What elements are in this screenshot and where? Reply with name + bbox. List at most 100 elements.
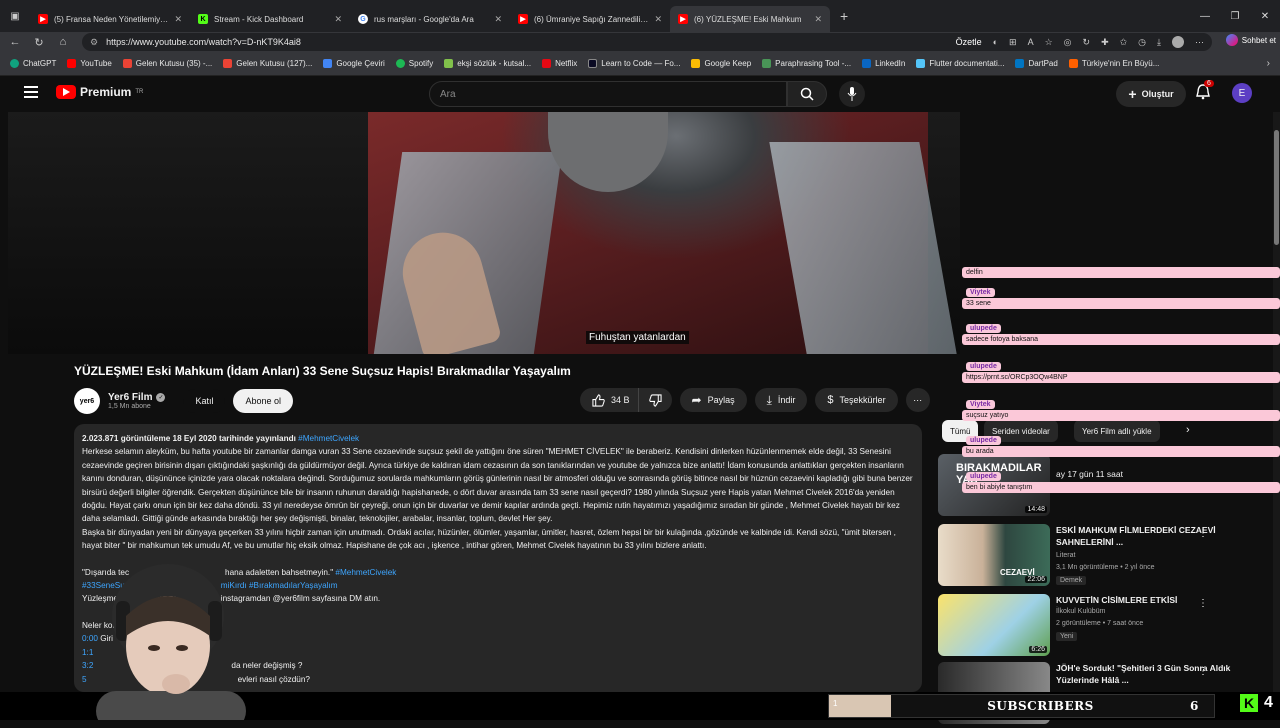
like-button[interactable]: 34 B	[580, 388, 638, 412]
bookmark-item[interactable]: YouTube	[67, 59, 112, 68]
reload-icon[interactable]: ↻	[32, 36, 46, 49]
description-paragraph: Başka bir dünyadan yeni bir dünyaya geçe…	[82, 527, 896, 551]
channel-avatar[interactable]: yer6	[74, 388, 100, 414]
history-icon[interactable]: ◷	[1138, 37, 1146, 48]
tab-3[interactable]: Grus marşları - Google'da Ara ✕	[350, 6, 510, 32]
search-input[interactable]: Ara	[429, 81, 787, 107]
hashtag-link[interactable]: #MehmetCivelek	[335, 568, 396, 577]
scrollbar-thumb[interactable]	[1274, 130, 1279, 245]
copilot-label: Sohbet et	[1241, 35, 1276, 45]
bookmark-item[interactable]: Gelen Kutusu (127)...	[223, 59, 312, 68]
tab-actions-icon[interactable]: ▣	[0, 11, 30, 22]
avatar[interactable]: E	[1232, 83, 1252, 103]
bookmark-item[interactable]: Netflix	[542, 59, 577, 68]
url-field[interactable]: ⚙ https://www.youtube.com/watch?v=D-nKT9…	[82, 33, 1212, 51]
streamer-webcam	[96, 564, 246, 720]
translate-icon	[323, 59, 333, 68]
chat-text: ben bi abiyle tanıştım	[962, 482, 1280, 493]
back-icon[interactable]: ←	[8, 36, 22, 48]
recommendation-title[interactable]: KUVVETİN CİSİMLERE ETKİSİ	[1056, 594, 1242, 606]
refresh-extension-icon[interactable]: ↻	[1083, 37, 1091, 48]
video-thumbnail[interactable]: 6:26	[938, 594, 1050, 656]
recommendation-title[interactable]: JÖH'e Sorduk! "Şehitleri 3 Gün Sonra Ald…	[1056, 662, 1242, 686]
more-vert-icon[interactable]: ⋮	[1198, 666, 1208, 677]
recommendation-card[interactable]: CEZAEVİ 22:06 ESKİ MAHKUM FİLMLERDEKİ CE…	[938, 524, 1270, 590]
voice-search-button[interactable]	[839, 81, 865, 107]
dislike-button[interactable]	[637, 388, 672, 412]
download-icon[interactable]: ⤓	[1157, 37, 1161, 48]
copilot-chat-button[interactable]: Sohbet et	[1225, 34, 1276, 46]
view-count-date: 2.023.871 görüntüleme 18 Eyl 2020 tarihi…	[82, 434, 296, 443]
bookmark-item[interactable]: Learn to Code — Fo...	[588, 59, 680, 68]
share-button[interactable]: ➦ Paylaş	[679, 388, 747, 412]
video-player[interactable]	[8, 112, 960, 354]
translate-icon[interactable]: ◐	[993, 37, 998, 47]
more-vert-icon[interactable]: ⋮	[1198, 598, 1208, 609]
maximize-icon[interactable]: ❐	[1220, 11, 1250, 22]
bookmark-item[interactable]: Türkiye'nin En Büyü...	[1068, 59, 1159, 68]
channel-name[interactable]: Yer6 Film	[108, 392, 152, 403]
join-button[interactable]: Katıl	[183, 389, 226, 413]
download-icon: ⤓	[766, 392, 772, 407]
more-vert-icon[interactable]: ⋮	[1198, 528, 1208, 539]
chat-text: bu arada	[962, 446, 1280, 457]
menu-icon[interactable]	[24, 86, 38, 98]
home-icon[interactable]: ⌂	[56, 36, 70, 48]
recommendation-stats: 3,1 Mn görüntüleme • 2 yıl önce	[1056, 564, 1155, 571]
bookmark-item[interactable]: Google Çeviri	[323, 59, 385, 68]
create-button[interactable]: + Oluştur	[1116, 81, 1186, 107]
recommendation-card[interactable]: 6:26 KUVVETİN CİSİMLERE ETKİSİ İlkokul K…	[938, 594, 1270, 660]
bookmarks-more-icon[interactable]: ›	[1267, 58, 1270, 69]
tab-5-active[interactable]: ▶ (6) YÜZLEŞME! Eski Mahkum ✕	[670, 6, 830, 32]
close-icon[interactable]: ✕	[334, 14, 342, 25]
recommendation-title[interactable]: ESKİ MAHKUM FİLMLERDEKİ CEZAEVİ SAHNELER…	[1056, 524, 1242, 548]
tab-title: (5) Fransa Neden Yönetilemiyor?	[54, 14, 169, 24]
subscribe-button[interactable]: Abone ol	[233, 389, 294, 413]
menu-dots-icon[interactable]: ⋯	[1195, 37, 1204, 48]
bookmark-star-icon[interactable]: ☆	[1045, 37, 1053, 48]
profile-icon[interactable]	[1172, 36, 1184, 48]
bookmark-item[interactable]: Gelen Kutusu (35) -...	[122, 59, 212, 68]
close-icon[interactable]: ✕	[814, 14, 822, 25]
close-icon[interactable]: ✕	[494, 14, 502, 25]
bookmark-item[interactable]: DartPad	[1015, 59, 1058, 68]
chat-message: ulupede sadece fotoya baksana	[962, 324, 1280, 345]
close-window-icon[interactable]: ✕	[1250, 11, 1280, 22]
bookmark-item[interactable]: Paraphrasing Tool -...	[762, 59, 851, 68]
tab-1[interactable]: ▶ (5) Fransa Neden Yönetilemiyor? ✕	[30, 6, 190, 32]
video-thumbnail[interactable]: CEZAEVİ 22:06	[938, 524, 1050, 586]
bookmark-item[interactable]: LinkedIn	[862, 59, 905, 68]
puzzle-icon[interactable]: ✚	[1101, 37, 1109, 48]
favorites-icon[interactable]: ✩	[1120, 37, 1128, 48]
recommendation-channel[interactable]: İlkokul Kulübüm	[1056, 608, 1105, 615]
youtube-premium-logo[interactable]: Premium TR	[56, 85, 143, 99]
notifications-button[interactable]: 6	[1195, 80, 1214, 102]
bookmark-item[interactable]: ekşi sözlük - kutsal...	[444, 59, 531, 68]
read-aloud-icon[interactable]: A	[1028, 37, 1034, 47]
thanks-button[interactable]: $ Teşekkürler	[815, 388, 898, 412]
search-button[interactable]	[787, 81, 827, 107]
bookmark-item[interactable]: Google Keep	[691, 59, 751, 68]
gmail-icon	[223, 59, 233, 68]
minimize-icon[interactable]: —	[1190, 11, 1220, 22]
close-icon[interactable]: ✕	[654, 14, 662, 25]
site-info-icon[interactable]: ⚙	[90, 37, 98, 48]
recommendation-channel[interactable]: Literat	[1056, 552, 1075, 559]
bookmarks-bar: ChatGPT YouTube Gelen Kutusu (35) -... G…	[0, 52, 1280, 76]
extension-icon[interactable]: ◎	[1064, 37, 1072, 48]
hashtag-link[interactable]: #MehmetCivelek	[298, 434, 359, 443]
apps-icon[interactable]: ⊞	[1009, 37, 1017, 48]
bookmark-item[interactable]: Flutter documentati...	[916, 59, 1004, 68]
share-icon: ➦	[691, 393, 702, 407]
new-tab-icon[interactable]: +	[840, 8, 848, 24]
youtube-icon: ▶	[38, 14, 48, 24]
summarize-button[interactable]: Özetle	[956, 37, 982, 47]
download-button[interactable]: ⤓ İndir	[754, 388, 808, 412]
tab-2[interactable]: K Stream - Kick Dashboard ✕	[190, 6, 350, 32]
bookmark-item[interactable]: ChatGPT	[10, 59, 56, 68]
bookmark-item[interactable]: Spotify	[395, 59, 433, 68]
close-icon[interactable]: ✕	[174, 14, 182, 25]
spotify-icon	[395, 59, 405, 68]
tab-4[interactable]: ▶ (6) Ümraniye Sapığı Zannedilip Sa ✕	[510, 6, 670, 32]
more-actions-button[interactable]: ⋯	[905, 388, 930, 412]
